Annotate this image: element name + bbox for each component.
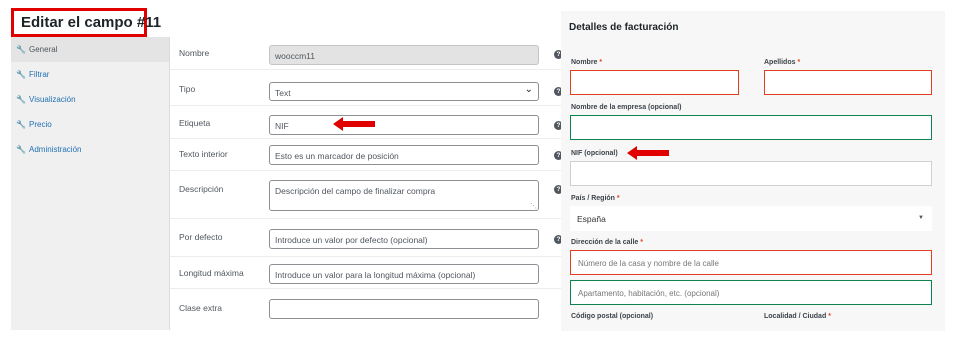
required-mark: * — [599, 59, 603, 66]
caret-down-icon: ▼ — [918, 215, 924, 221]
localidad-field-label: Localidad / Ciudad * — [764, 313, 831, 320]
por-defecto-input[interactable]: Introduce un valor por defecto (opcional… — [269, 229, 539, 249]
billing-company-input[interactable] — [570, 115, 932, 140]
billing-last-name-input[interactable] — [764, 70, 932, 95]
por-defecto-label: Por defecto — [179, 232, 223, 242]
billing-nif-input[interactable] — [570, 161, 932, 186]
wrench-icon: 🔧 — [16, 70, 26, 79]
field-row-nombre: Nombre wooccm11 ? — [170, 37, 563, 70]
field-editor-panel: 🔧 General 🔧 Filtrar 🔧 Visualización 🔧 Pr… — [11, 37, 563, 330]
nombre-field-label: Nombre * — [571, 59, 602, 66]
nombre-label: Nombre — [179, 48, 210, 58]
nif-field-label: NIF (opcional) — [571, 150, 618, 157]
label-text: Apellidos — [764, 59, 796, 66]
required-mark: * — [828, 313, 831, 320]
billing-country-select[interactable]: España ▼ — [570, 206, 932, 231]
billing-address-2-input[interactable]: Apartamento, habitación, etc. (opcional) — [570, 280, 932, 305]
wrench-icon: 🔧 — [16, 145, 26, 154]
tab-label: Filtrar — [29, 70, 50, 79]
red-arrow-icon — [333, 117, 375, 131]
etiqueta-label: Etiqueta — [179, 118, 211, 128]
texto-interior-input[interactable]: Esto es un marcador de posición — [269, 145, 539, 165]
billing-first-name-input[interactable] — [570, 70, 739, 95]
longitud-maxima-input[interactable]: Introduce un valor para la longitud máxi… — [269, 264, 539, 284]
longitud-maxima-label: Longitud máxima — [179, 268, 244, 278]
clase-extra-input[interactable] — [269, 299, 539, 319]
field-row-por-defecto: Por defecto Introduce un valor por defec… — [170, 219, 563, 257]
codigo-postal-field-label: Código postal (opcional) — [571, 313, 654, 320]
country-value: España — [577, 214, 606, 224]
field-row-longitud-maxima: Longitud máxima Introduce un valor para … — [170, 257, 561, 289]
label-text: País / Región — [571, 195, 615, 202]
red-arrow-icon — [627, 146, 669, 160]
billing-title: Detalles de facturación — [569, 22, 679, 33]
field-row-descripcion: Descripción Descripción del campo de fin… — [170, 171, 563, 219]
general-fields: Nombre wooccm11 ? Tipo Text ⌄ ? Etiqueta… — [170, 37, 563, 330]
tipo-label: Tipo — [179, 84, 196, 94]
apellidos-field-label: Apellidos * — [764, 59, 800, 66]
tab-label: Visualización — [29, 95, 76, 104]
label-text: Nombre — [571, 59, 598, 66]
tab-administracion[interactable]: 🔧 Administración — [11, 137, 169, 162]
pais-field-label: País / Región * — [571, 195, 620, 202]
tab-label: Administración — [29, 145, 82, 154]
tab-label: General — [29, 45, 58, 54]
label-text: Localidad / Ciudad — [764, 313, 827, 320]
required-mark: * — [797, 59, 801, 66]
descripcion-label: Descripción — [179, 184, 224, 194]
tab-precio[interactable]: 🔧 Precio — [11, 112, 169, 137]
tab-label: Precio — [29, 120, 52, 129]
field-row-clase-extra: Clase extra — [170, 289, 561, 330]
tab-filtrar[interactable]: 🔧 Filtrar — [11, 62, 169, 87]
chevron-down-icon: ⌄ — [524, 84, 533, 95]
resize-grip-icon[interactable]: ⋱ — [530, 202, 537, 210]
tab-general[interactable]: 🔧 General — [11, 37, 169, 62]
tab-visualizacion[interactable]: 🔧 Visualización — [11, 87, 169, 112]
wrench-icon: 🔧 — [16, 45, 26, 54]
wrench-icon: 🔧 — [16, 95, 26, 104]
required-mark: * — [616, 195, 620, 202]
clase-extra-label: Clase extra — [179, 303, 222, 313]
nombre-input[interactable]: wooccm11 — [269, 45, 539, 65]
tipo-value: Text — [275, 88, 291, 98]
descripcion-value: Descripción del campo de finalizar compr… — [275, 186, 436, 196]
billing-address-1-input[interactable]: Número de la casa y nombre de la calle — [570, 250, 932, 275]
wrench-icon: 🔧 — [16, 120, 26, 129]
field-row-texto-interior: Texto interior Esto es un marcador de po… — [170, 139, 563, 171]
texto-interior-label: Texto interior — [179, 149, 228, 159]
editor-tabs: 🔧 General 🔧 Filtrar 🔧 Visualización 🔧 Pr… — [11, 37, 170, 330]
descripcion-textarea[interactable]: Descripción del campo de finalizar compr… — [269, 180, 539, 211]
tipo-select[interactable]: Text ⌄ — [269, 82, 539, 101]
required-mark: * — [640, 239, 643, 246]
field-row-tipo: Tipo Text ⌄ ? — [170, 70, 563, 106]
label-text: Dirección de la calle — [571, 239, 639, 246]
checkout-preview: Detalles de facturación Nombre * Apellid… — [561, 11, 945, 331]
empresa-field-label: Nombre de la empresa (opcional) — [571, 104, 682, 111]
direccion-field-label: Dirección de la calle * — [571, 239, 643, 246]
editor-title: Editar el campo #11 — [11, 8, 161, 37]
etiqueta-input[interactable]: NIF — [269, 115, 539, 135]
